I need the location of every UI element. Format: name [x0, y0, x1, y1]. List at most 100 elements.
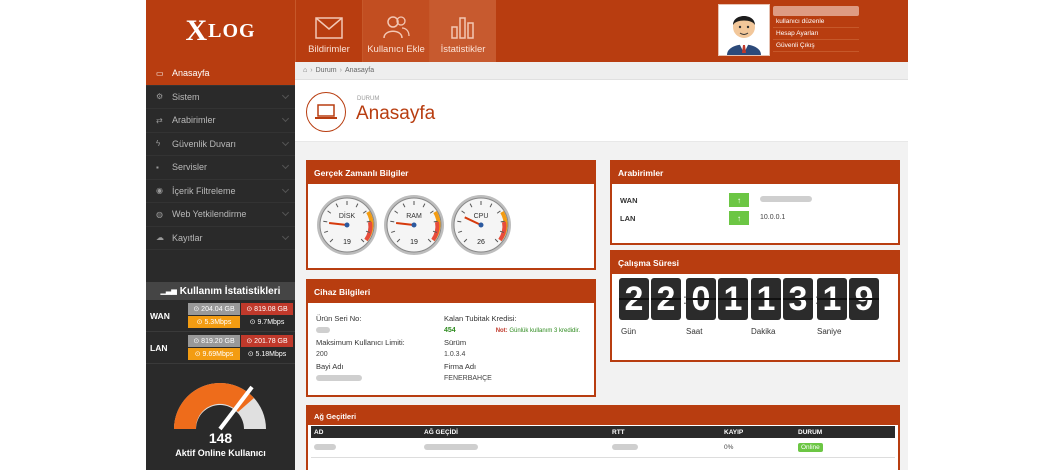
- gateways-panel: Ağ Geçitleri AD AĞ GEÇİDİ RTT KAYIP DURU…: [306, 405, 900, 470]
- user-avatar-icon: [719, 5, 769, 55]
- wan-ip-redacted: [760, 196, 812, 203]
- eye-slash-icon: ◉: [156, 186, 163, 196]
- page-header: DURUM Anasayfa: [295, 80, 908, 142]
- table-header: AD AĞ GEÇİDİ RTT KAYIP DURUM: [311, 426, 895, 438]
- sidebar-item-guvenlik-duvari[interactable]: ϟ Güvenlik Duvarı: [146, 133, 295, 156]
- sidebar-item-sistem[interactable]: ⚙ Sistem: [146, 86, 295, 109]
- edit-user-link[interactable]: kullanıcı düzenle: [773, 16, 859, 28]
- dashboard-content: Gerçek Zamanlı Bilgiler DİSK 19 RAM 19 CPU 26…: [295, 142, 908, 470]
- sidebar: ▭ Anasayfa ⚙ Sistem ⇄ Arabirimler ϟ Güvenlik…: [146, 62, 295, 470]
- sidebar-item-web-yetkilendirme[interactable]: ◍ Web Yetkilendirme: [146, 203, 295, 227]
- breadcrumb-durum[interactable]: Durum: [316, 67, 337, 74]
- users-icon: [383, 16, 410, 39]
- gauge-value: 26: [477, 239, 485, 246]
- gauge-group: DİSK 19 RAM 19 CPU 26: [316, 194, 512, 256]
- table-row: 0% Online: [311, 438, 895, 458]
- cloud-icon: ☁: [156, 233, 164, 243]
- hours-label: Saat: [686, 327, 703, 336]
- seconds-label: Saniye: [817, 327, 842, 336]
- nav-statistics[interactable]: İstatistikler: [429, 0, 496, 62]
- wan-up-arrow-icon[interactable]: ↑: [729, 193, 749, 207]
- max-users-label: Maksimum Kullanıcı Limiti:: [316, 338, 405, 347]
- minutes-digit-2: 3: [783, 278, 813, 320]
- chevron-down-icon: [281, 185, 290, 193]
- lan-down-rate: ⊙ 9.69Mbps: [188, 348, 240, 360]
- credit-note: Not: Günlük kullanım 3 kredidir.: [495, 328, 581, 334]
- online-user-count: 148: [208, 430, 233, 446]
- signal-icon: ▁▃▅: [160, 288, 177, 295]
- top-nav: Bildirimler Kullanıcı Ekle İstatistikler: [295, 0, 496, 62]
- days-label: Gün: [621, 327, 637, 336]
- sidebar-item-servisler[interactable]: ▪ Servisler: [146, 156, 295, 180]
- gauge-value: 19: [343, 239, 351, 246]
- interface-row-lan: LAN: [620, 213, 636, 223]
- usage-stats-title: ▁▃▅ Kullanım İstatistikleri: [146, 282, 295, 300]
- sidebar-item-icerik-filtreleme[interactable]: ◉ İçerik Filtreleme: [146, 180, 295, 203]
- company-label: Firma Adı: [444, 362, 477, 371]
- status-badge: Online: [798, 443, 823, 452]
- uptime-days: 22: [619, 278, 681, 320]
- lan-down-total: ⊙ 819.20 GB: [188, 335, 240, 347]
- gauge-value: 19: [410, 239, 418, 246]
- online-user-label: Aktif Online Kullanıcı: [175, 448, 266, 458]
- sidebar-item-anasayfa[interactable]: ▭ Anasayfa: [146, 62, 295, 86]
- gateways-table: AD AĞ GEÇİDİ RTT KAYIP DURUM 0% Online: [311, 426, 895, 458]
- nav-notifications[interactable]: Bildirimler: [295, 0, 362, 62]
- realtime-panel-title: Gerçek Zamanlı Bilgiler: [308, 162, 594, 184]
- top-header: X LOG Bildirimler Kullanıcı Ekle İstatist…: [146, 0, 908, 62]
- seconds-digit-2: 9: [849, 278, 879, 320]
- laptop-icon: ▭: [156, 68, 164, 78]
- account-settings-link[interactable]: Hesap Ayarları: [773, 28, 859, 40]
- chevron-down-icon: [281, 161, 290, 170]
- globe-icon: ◍: [156, 209, 163, 219]
- envelope-icon: [315, 17, 343, 39]
- max-users-value: 200: [316, 351, 328, 358]
- logo[interactable]: X LOG: [146, 0, 295, 62]
- gateway-loss: 0%: [724, 444, 734, 451]
- nav-add-user[interactable]: Kullanıcı Ekle: [362, 0, 429, 62]
- truck-icon: ▪: [156, 162, 159, 172]
- lan-up-arrow-icon[interactable]: ↑: [729, 211, 749, 225]
- serial-value-redacted: [316, 324, 446, 337]
- uptime-hours: 01: [686, 278, 748, 320]
- home-icon[interactable]: ⌂: [303, 67, 307, 74]
- gauge-label: DİSK: [339, 211, 356, 220]
- gateway-name-redacted: [311, 444, 421, 451]
- laptop-icon: [315, 104, 337, 119]
- bar-chart-icon: [451, 17, 474, 39]
- device-panel-title: Cihaz Bilgileri: [308, 281, 594, 303]
- chevron-down-icon: [281, 208, 290, 217]
- device-panel: Cihaz Bilgileri Ürün Seri No: Maksimum K…: [306, 279, 596, 397]
- sidebar-item-arabirimler[interactable]: ⇄ Arabirimler: [146, 109, 295, 133]
- gauge-label: RAM: [406, 213, 422, 220]
- version-label: Sürüm: [444, 338, 467, 347]
- minutes-label: Dakika: [751, 327, 776, 336]
- breadcrumb: ⌂ › Durum › Anasayfa: [295, 62, 908, 80]
- sidebar-item-kayitlar[interactable]: ☁ Kayıtlar: [146, 227, 295, 250]
- wan-down-rate: ⊙ 5.3Mbps: [188, 316, 240, 328]
- page-icon-circle: [306, 92, 346, 132]
- company-value: FENERBAHÇE: [444, 375, 492, 382]
- stat-row-lan: LAN ⊙ 819.20 GB ⊙ 201.78 GB ⊙ 9.69Mbps ⊙…: [146, 332, 295, 364]
- credit-label: Kalan Tubitak Kredisi:: [444, 314, 517, 323]
- stat-row-wan: WAN ⊙ 204.04 GB ⊙ 819.08 GB ⊙ 5.3Mbps ⊙ …: [146, 300, 295, 332]
- logout-link[interactable]: Güvenli Çıkış: [773, 40, 859, 52]
- uptime-seconds: 19: [817, 278, 879, 320]
- hours-digit-2: 1: [718, 278, 748, 320]
- gateways-panel-title: Ağ Geçitleri: [308, 407, 898, 425]
- lan-up-rate: ⊙ 5.18Mbps: [241, 348, 293, 360]
- minutes-digit-1: 1: [751, 278, 781, 320]
- wan-down-total: ⊙ 204.04 GB: [188, 303, 240, 315]
- disk-gauge: DİSK 19: [317, 195, 377, 255]
- chevron-down-icon: [281, 138, 290, 146]
- interfaces-panel: Arabirimler WAN ↑ LAN ↑ 10.0.0.1: [610, 160, 900, 245]
- interface-row-wan: WAN: [620, 195, 638, 205]
- chevron-down-icon: [281, 91, 290, 99]
- days-digit-2: 2: [651, 278, 681, 320]
- days-digit-1: 2: [619, 278, 649, 320]
- wan-up-rate: ⊙ 9.7Mbps: [241, 316, 293, 328]
- avatar[interactable]: [718, 4, 770, 56]
- ram-gauge: RAM 19: [384, 195, 444, 255]
- lan-ip: 10.0.0.1: [760, 214, 786, 221]
- dealer-value-redacted: [316, 372, 446, 385]
